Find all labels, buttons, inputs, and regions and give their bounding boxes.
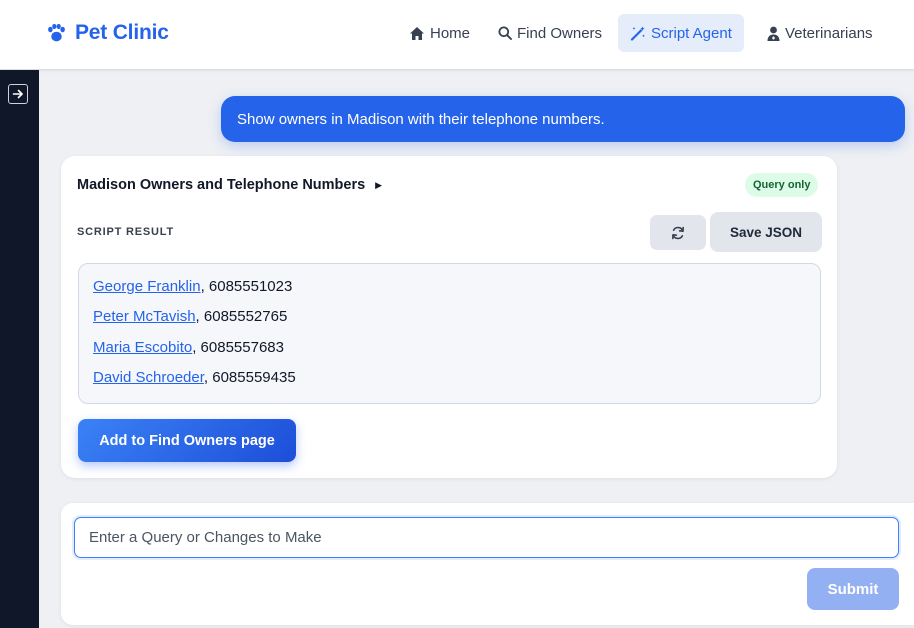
script-result-label: SCRIPT RESULT (77, 226, 174, 238)
arrow-right-icon (12, 89, 23, 99)
nav-veterinarians-label: Veterinarians (785, 24, 873, 42)
search-icon (498, 26, 512, 40)
submit-button[interactable]: Submit (807, 568, 899, 610)
query-composer: Submit (61, 503, 914, 625)
nav-script-agent-label: Script Agent (651, 24, 732, 42)
nav-veterinarians[interactable]: Veterinarians (755, 14, 885, 52)
user-message-bubble: Show owners in Madison with their teleph… (221, 96, 905, 142)
add-to-find-owners-button[interactable]: Add to Find Owners page (78, 419, 296, 462)
result-row: David Schroeder, 6085559435 (93, 369, 820, 399)
paw-icon (48, 23, 65, 42)
status-badge: Query only (745, 173, 819, 197)
refresh-button[interactable] (650, 215, 706, 250)
owner-link[interactable]: David Schroeder (93, 369, 204, 386)
owner-link[interactable]: Maria Escobito (93, 339, 192, 356)
caret-right-icon: ▶ (375, 179, 383, 190)
owner-phone: , 6085552765 (195, 308, 288, 326)
owner-phone: , 6085557683 (192, 338, 284, 356)
brand-link[interactable]: Pet Clinic (46, 20, 169, 46)
result-row: Peter McTavish, 6085552765 (93, 308, 820, 338)
refresh-icon (671, 226, 684, 239)
sidebar-toggle-button[interactable] (8, 84, 28, 104)
save-json-button[interactable]: Save JSON (710, 212, 822, 252)
brand-name: Pet Clinic (75, 21, 169, 44)
query-input[interactable] (74, 517, 899, 558)
owner-link[interactable]: Peter McTavish (93, 308, 196, 325)
sidebar (0, 70, 39, 628)
result-row: Maria Escobito, 6085557683 (93, 339, 820, 369)
result-row: George Franklin, 6085551023 (93, 278, 820, 308)
nav-home[interactable]: Home (397, 14, 482, 52)
owner-link[interactable]: George Franklin (93, 278, 201, 295)
owner-phone: , 6085551023 (200, 278, 293, 295)
owner-phone: , 6085559435 (203, 368, 296, 386)
result-list: George Franklin, 6085551023 Peter McTavi… (78, 263, 821, 404)
nav-script-agent[interactable]: Script Agent (618, 14, 744, 52)
home-icon (410, 26, 424, 40)
nav-home-label: Home (430, 24, 471, 42)
result-title[interactable]: Madison Owners and Telephone Numbers ▶ (77, 177, 382, 193)
nav-find-owners[interactable]: Find Owners (486, 14, 614, 52)
nav-find-owners-label: Find Owners (517, 24, 603, 42)
top-navbar: Pet Clinic Home Find Owners Script Agent (0, 0, 914, 70)
script-result-card: Madison Owners and Telephone Numbers ▶ Q… (61, 156, 837, 478)
magic-wand-icon (630, 26, 645, 41)
user-doctor-icon (767, 26, 780, 41)
result-title-text: Madison Owners and Telephone Numbers (77, 177, 366, 193)
